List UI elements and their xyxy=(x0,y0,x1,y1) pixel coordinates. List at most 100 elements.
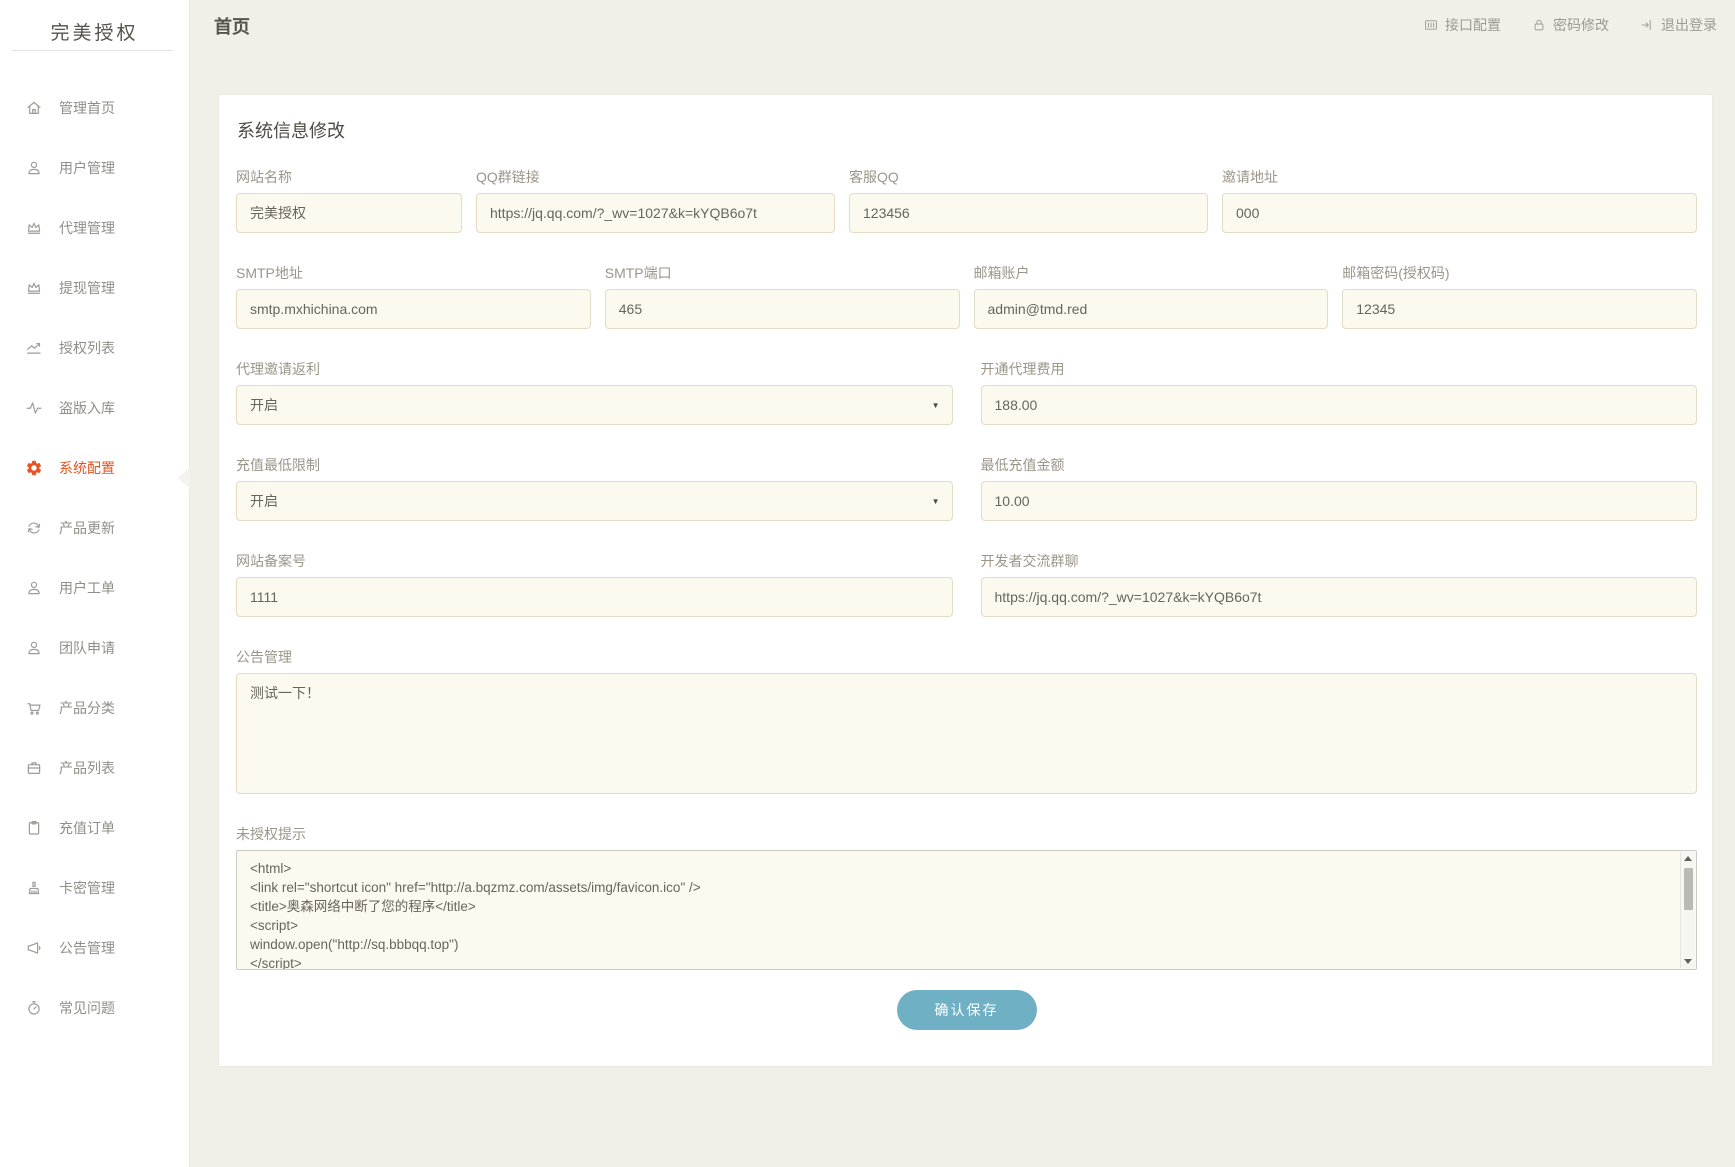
dev-group-label: 开发者交流群聊 xyxy=(981,551,1698,571)
user-icon xyxy=(25,639,43,657)
icp-number-input[interactable] xyxy=(236,577,953,617)
smtp-address-label: SMTP地址 xyxy=(236,263,591,283)
smtp-port-input[interactable] xyxy=(605,289,960,329)
sidebar-item-label: 充值订单 xyxy=(59,818,115,838)
email-account-label: 邮箱账户 xyxy=(974,263,1329,283)
announcement-textarea[interactable] xyxy=(236,673,1697,794)
sidebar-item-user-ticket[interactable]: 用户工单 xyxy=(0,558,189,618)
stopwatch-icon xyxy=(25,999,43,1017)
sidebar-item-product-update[interactable]: 产品更新 xyxy=(0,498,189,558)
crown-icon xyxy=(25,219,43,237)
interface-config-label: 接口配置 xyxy=(1445,15,1501,35)
qq-group-link-input[interactable] xyxy=(476,193,835,233)
dev-group-input[interactable] xyxy=(981,577,1698,617)
scrollbar-thumb[interactable] xyxy=(1684,868,1693,910)
sidebar-item-label: 用户管理 xyxy=(59,158,115,178)
agent-rebate-label: 代理邀请返利 xyxy=(236,359,953,379)
site-name-label: 网站名称 xyxy=(236,167,462,187)
sidebar-item-label: 卡密管理 xyxy=(59,878,115,898)
min-recharge-input[interactable] xyxy=(981,481,1698,521)
briefcase-icon xyxy=(25,759,43,777)
system-info-card: 系统信息修改 网站名称 QQ群链接 客服QQ 邀请地址 SMTP地址 xyxy=(218,94,1713,1067)
main-area: 首页 接口配置 密码修改 退出登录 系统信息修改 网站名称 xyxy=(190,0,1735,1167)
sidebar-item-agent-management[interactable]: 代理管理 xyxy=(0,198,189,258)
qq-group-link-label: QQ群链接 xyxy=(476,167,835,187)
sidebar-item-label: 团队申请 xyxy=(59,638,115,658)
interface-icon xyxy=(1423,17,1439,33)
sidebar-item-label: 用户工单 xyxy=(59,578,115,598)
save-button[interactable]: 确认保存 xyxy=(897,990,1037,1030)
select-arrow-icon: ▼ xyxy=(932,401,940,410)
sidebar-item-label: 公告管理 xyxy=(59,938,115,958)
topbar-actions: 接口配置 密码修改 退出登录 xyxy=(1423,15,1717,35)
sidebar: 完美授权 管理首页 用户管理 代理管理 提现管理 授权列表 盗版入库 系统配 xyxy=(0,0,190,1167)
recharge-limit-select[interactable]: 开启 ▼ xyxy=(236,481,953,521)
sidebar-item-recharge-orders[interactable]: 充值订单 xyxy=(0,798,189,858)
smtp-address-input[interactable] xyxy=(236,289,591,329)
refresh-icon xyxy=(25,519,43,537)
min-recharge-label: 最低充值金额 xyxy=(981,455,1698,475)
sidebar-item-withdraw-management[interactable]: 提现管理 xyxy=(0,258,189,318)
sidebar-item-label: 盗版入库 xyxy=(59,398,115,418)
sidebar-item-product-category[interactable]: 产品分类 xyxy=(0,678,189,738)
site-name-input[interactable] xyxy=(236,193,462,233)
sidebar-item-pirated-storage[interactable]: 盗版入库 xyxy=(0,378,189,438)
email-account-input[interactable] xyxy=(974,289,1329,329)
unauthorized-tip-content: <html> <link rel="shortcut icon" href="h… xyxy=(237,851,1696,970)
sidebar-item-card-key-management[interactable]: 卡密管理 xyxy=(0,858,189,918)
scroll-up-arrow-icon[interactable] xyxy=(1684,856,1692,861)
agent-rebate-select[interactable]: 开启 ▼ xyxy=(236,385,953,425)
sidebar-item-faq[interactable]: 常见问题 xyxy=(0,978,189,1038)
invite-address-input[interactable] xyxy=(1222,193,1697,233)
sidebar-item-label: 常见问题 xyxy=(59,998,115,1018)
app-logo: 完美授权 xyxy=(0,0,189,50)
sidebar-item-label: 提现管理 xyxy=(59,278,115,298)
logout-link[interactable]: 退出登录 xyxy=(1639,15,1717,35)
smtp-port-label: SMTP端口 xyxy=(605,263,960,283)
logout-icon xyxy=(1639,17,1655,33)
select-arrow-icon: ▼ xyxy=(932,497,940,506)
invite-address-label: 邀请地址 xyxy=(1222,167,1697,187)
sidebar-item-admin-home[interactable]: 管理首页 xyxy=(0,78,189,138)
user-icon xyxy=(25,159,43,177)
announcement-label: 公告管理 xyxy=(236,647,1697,667)
sidebar-item-label: 产品分类 xyxy=(59,698,115,718)
scroll-down-arrow-icon[interactable] xyxy=(1684,959,1692,964)
sidebar-item-label: 授权列表 xyxy=(59,338,115,358)
sidebar-item-team-apply[interactable]: 团队申请 xyxy=(0,618,189,678)
interface-config-link[interactable]: 接口配置 xyxy=(1423,15,1501,35)
unauthorized-tip-textarea[interactable]: <html> <link rel="shortcut icon" href="h… xyxy=(236,850,1697,970)
sidebar-item-label: 产品列表 xyxy=(59,758,115,778)
sidebar-nav: 管理首页 用户管理 代理管理 提现管理 授权列表 盗版入库 系统配置 产品更新 xyxy=(0,51,189,1038)
sidebar-item-product-list[interactable]: 产品列表 xyxy=(0,738,189,798)
textarea-scrollbar[interactable] xyxy=(1680,852,1695,968)
change-password-label: 密码修改 xyxy=(1553,15,1609,35)
email-password-label: 邮箱密码(授权码) xyxy=(1342,263,1697,283)
sidebar-item-license-list[interactable]: 授权列表 xyxy=(0,318,189,378)
sidebar-item-user-management[interactable]: 用户管理 xyxy=(0,138,189,198)
sidebar-item-label: 管理首页 xyxy=(59,98,115,118)
logout-label: 退出登录 xyxy=(1661,15,1717,35)
sidebar-item-system-config[interactable]: 系统配置 xyxy=(0,438,189,498)
service-qq-input[interactable] xyxy=(849,193,1208,233)
home-icon xyxy=(25,99,43,117)
agent-fee-input[interactable] xyxy=(981,385,1698,425)
page-title: 首页 xyxy=(214,13,250,39)
change-password-link[interactable]: 密码修改 xyxy=(1531,15,1609,35)
recharge-limit-selected-value: 开启 xyxy=(250,491,278,511)
form-title: 系统信息修改 xyxy=(236,108,1697,143)
unauthorized-tip-label: 未授权提示 xyxy=(236,824,1697,844)
sidebar-item-label: 系统配置 xyxy=(59,458,115,478)
lock-icon xyxy=(1531,17,1547,33)
trend-chart-icon xyxy=(25,339,43,357)
cart-icon xyxy=(25,699,43,717)
agent-rebate-selected-value: 开启 xyxy=(250,395,278,415)
service-qq-label: 客服QQ xyxy=(849,167,1208,187)
clipboard-icon xyxy=(25,819,43,837)
topbar: 首页 接口配置 密码修改 退出登录 xyxy=(190,0,1735,50)
icp-number-label: 网站备案号 xyxy=(236,551,953,571)
sidebar-item-announcement-management[interactable]: 公告管理 xyxy=(0,918,189,978)
gear-icon xyxy=(25,459,43,477)
active-item-arrow xyxy=(178,467,190,489)
email-password-input[interactable] xyxy=(1342,289,1697,329)
